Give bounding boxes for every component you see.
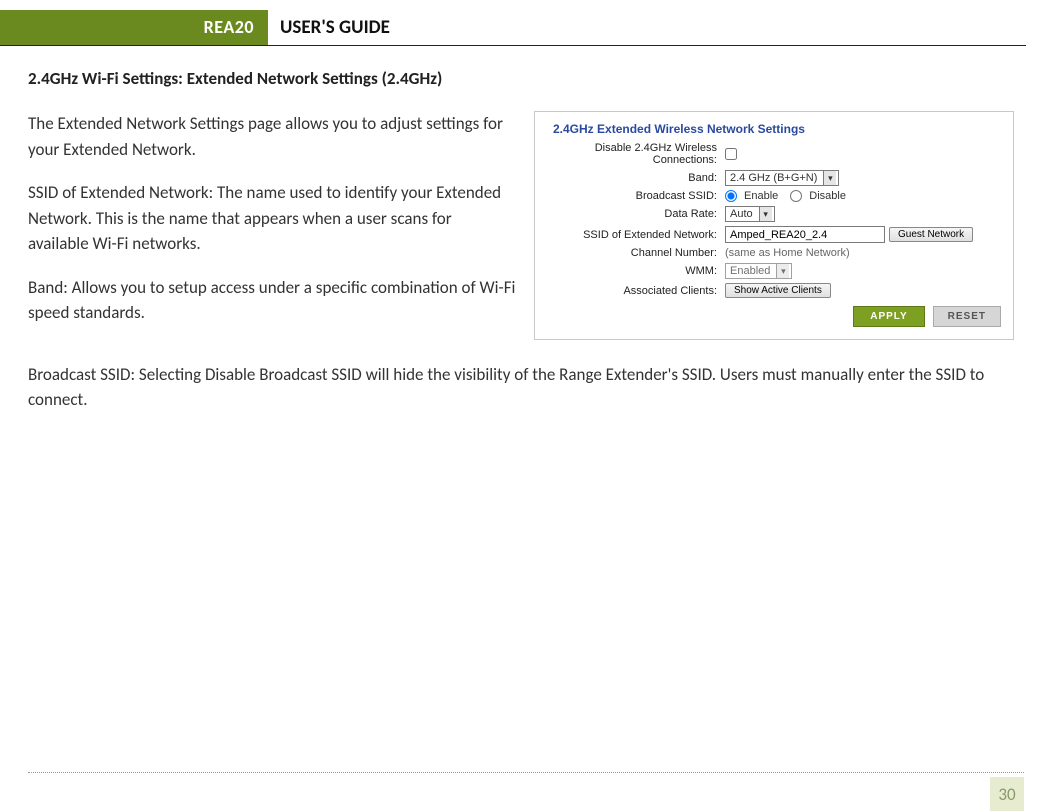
- chevron-down-icon: ▾: [759, 207, 772, 221]
- broadcast-disable-radio[interactable]: [790, 190, 802, 202]
- body-text-column: The Extended Network Settings page allow…: [28, 111, 516, 344]
- label-associated-clients: Associated Clients:: [547, 285, 725, 297]
- show-active-clients-button[interactable]: Show Active Clients: [725, 283, 831, 298]
- settings-panel: 2.4GHz Extended Wireless Network Setting…: [534, 111, 1014, 340]
- panel-title: 2.4GHz Extended Wireless Network Setting…: [553, 122, 1001, 136]
- label-channel-number: Channel Number:: [547, 247, 725, 259]
- paragraph-broadcast-ssid: Broadcast SSID: Selecting Disable Broadc…: [28, 362, 1014, 413]
- page-header: REA20 USER'S GUIDE: [0, 10, 1026, 46]
- band-select[interactable]: 2.4 GHz (B+G+N) ▾: [725, 170, 839, 186]
- wmm-value: Enabled: [730, 265, 770, 277]
- broadcast-enable-radio[interactable]: [725, 190, 737, 202]
- header-title: USER'S GUIDE: [268, 10, 390, 45]
- broadcast-enable-label: Enable: [744, 190, 778, 202]
- channel-number-value: (same as Home Network): [725, 247, 850, 259]
- label-data-rate: Data Rate:: [547, 208, 725, 220]
- label-wmm: WMM:: [547, 265, 725, 277]
- chevron-down-icon: ▾: [776, 264, 789, 278]
- guest-network-button[interactable]: Guest Network: [889, 227, 973, 242]
- label-disable-wireless: Disable 2.4GHz Wireless Connections:: [547, 142, 725, 166]
- label-broadcast-ssid: Broadcast SSID:: [547, 190, 725, 202]
- ssid-input[interactable]: [725, 226, 885, 243]
- apply-button[interactable]: APPLY: [853, 306, 924, 327]
- header-badge: REA20: [0, 10, 268, 45]
- paragraph-ssid: SSID of Extended Network: The name used …: [28, 180, 516, 257]
- data-rate-select[interactable]: Auto ▾: [725, 206, 775, 222]
- section-title: 2.4GHz Wi-Fi Settings: Extended Network …: [28, 68, 1014, 89]
- label-band: Band:: [547, 172, 725, 184]
- paragraph-intro: The Extended Network Settings page allow…: [28, 111, 516, 162]
- page-content: 2.4GHz Wi-Fi Settings: Extended Network …: [0, 46, 1042, 413]
- paragraph-band: Band: Allows you to setup access under a…: [28, 275, 516, 326]
- wmm-select[interactable]: Enabled ▾: [725, 263, 792, 279]
- reset-button[interactable]: RESET: [933, 306, 1001, 327]
- data-rate-value: Auto: [730, 208, 753, 220]
- band-select-value: 2.4 GHz (B+G+N): [730, 172, 817, 184]
- disable-wireless-checkbox[interactable]: [725, 148, 737, 160]
- page-footer: 30: [28, 772, 1024, 773]
- label-ssid-extended: SSID of Extended Network:: [547, 229, 725, 241]
- chevron-down-icon: ▾: [823, 171, 836, 185]
- page-number: 30: [990, 777, 1024, 811]
- broadcast-disable-label: Disable: [809, 190, 846, 202]
